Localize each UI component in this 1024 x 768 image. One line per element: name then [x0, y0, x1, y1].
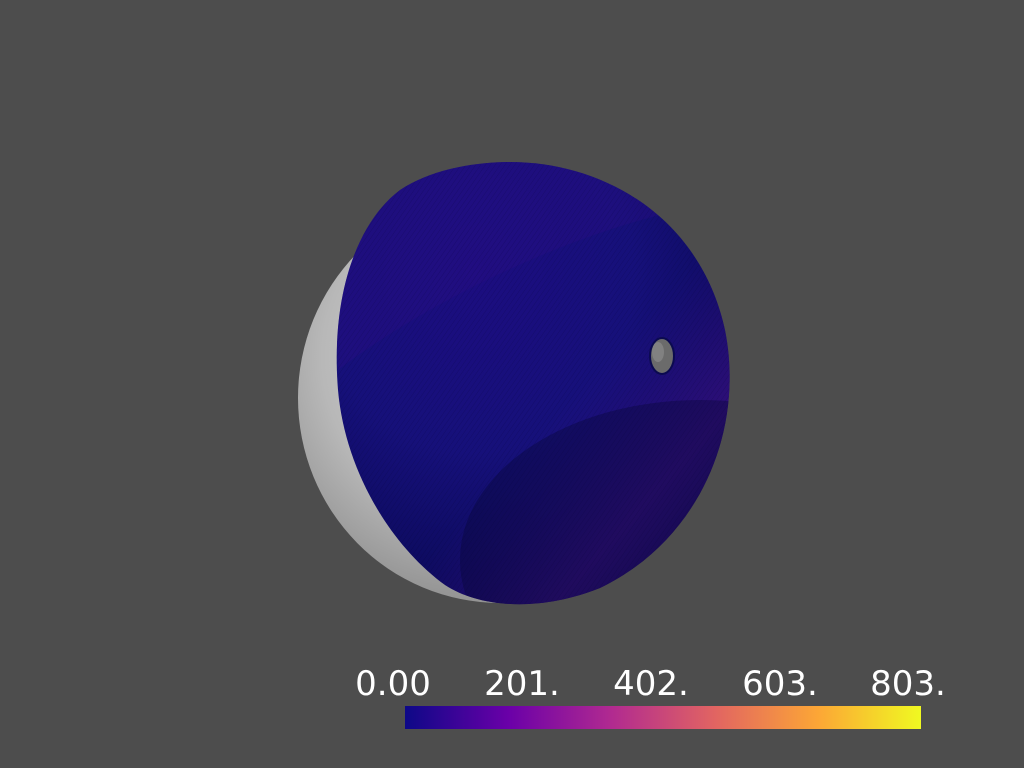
colorbar-tick-label: 803.: [870, 664, 946, 704]
colorbar-tick-label: 0.00: [355, 664, 431, 704]
colorbar: [405, 706, 921, 729]
colorbar-tick-label: 603.: [742, 664, 818, 704]
colorbar-tick-label: 201.: [484, 664, 560, 704]
render-viewport[interactable]: 0.00 201. 402. 603. 803.: [0, 0, 1024, 768]
sphere-scene[interactable]: [0, 0, 1024, 768]
colorbar-tick-labels: 0.00 201. 402. 603. 803.: [340, 662, 960, 706]
colorbar-tick-label: 402.: [613, 664, 689, 704]
sphere-cap-surface: [336, 161, 730, 605]
